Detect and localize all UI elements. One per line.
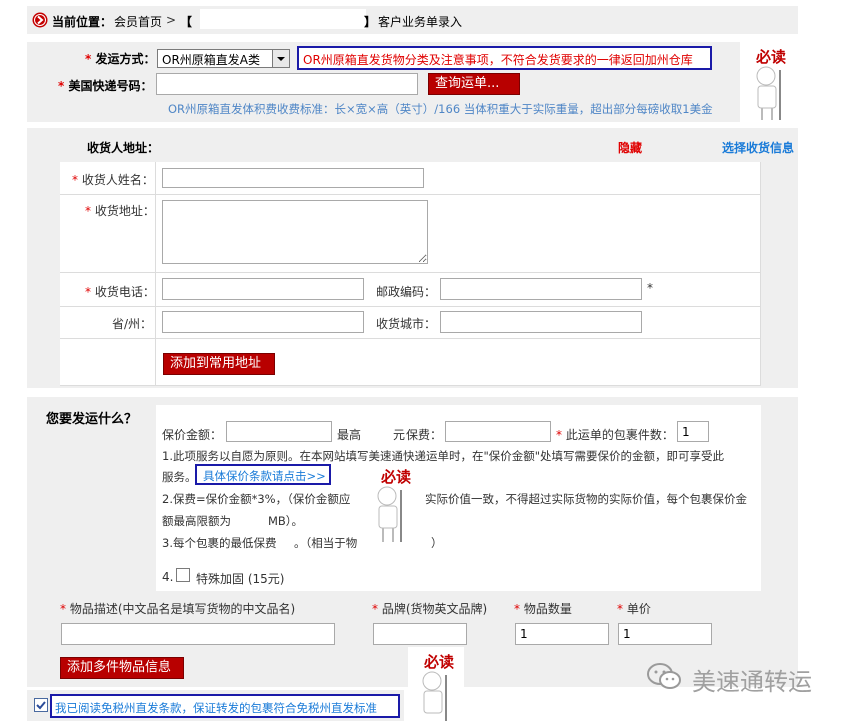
must-read-text: 必读 bbox=[380, 468, 411, 486]
must-read-text: 必读 bbox=[423, 653, 454, 671]
breadcrumb-home-link[interactable]: 会员首页 bbox=[114, 13, 162, 30]
add-multiple-items-button[interactable]: 添加多件物品信息 bbox=[60, 657, 184, 679]
state-label: 省/州： bbox=[112, 317, 153, 331]
insurance-terms-box: 具体保价条款请点击>> bbox=[195, 464, 331, 485]
shipping-method-select[interactable]: OR州原箱直发A类 bbox=[157, 49, 290, 68]
state-input[interactable] bbox=[162, 311, 364, 333]
unit-price-input[interactable] bbox=[618, 623, 712, 645]
must-read-badge[interactable]: 必读 bbox=[740, 42, 798, 122]
brand-input[interactable] bbox=[373, 623, 467, 645]
insured-amount-input[interactable] bbox=[226, 421, 332, 442]
breadcrumb-bracket-close: 】 bbox=[364, 15, 377, 29]
select-receiver-link[interactable]: 选择收货信息 bbox=[722, 139, 794, 156]
item-qty-label: * 物品数量 bbox=[514, 602, 572, 616]
must-read-badge[interactable]: 必读 bbox=[408, 647, 464, 721]
insurance-rule-1: 1.此项服务以自愿为原则。在本网站填写美速通快递运单时，在"保价金额"处填写需要… bbox=[162, 449, 725, 463]
watermark-text: 美速通转运 bbox=[692, 668, 812, 696]
breadcrumb-label: 当前位置： bbox=[52, 15, 113, 29]
yuan-label: 元 bbox=[393, 428, 406, 442]
insurance-rule-2-cont-tail: MB）。 bbox=[268, 514, 304, 528]
shipping-method-value: OR州原箱直发A类 bbox=[162, 53, 260, 67]
add-common-address-button[interactable]: 添加到常用地址 bbox=[163, 353, 275, 375]
insurance-rule-2-cont: 额最高限额为 bbox=[162, 514, 231, 528]
special-reinforce-checkbox[interactable] bbox=[176, 568, 190, 582]
must-read-text: 必读 bbox=[755, 48, 786, 66]
receiver-section-title: 收货人地址： bbox=[87, 141, 160, 155]
receiver-phone-input[interactable] bbox=[162, 278, 364, 300]
notice-box: OR州原箱直发货物分类及注意事项，不符合发货要求的一律返回加州仓库 bbox=[297, 46, 712, 70]
insurance-rule-3-mid: 。（相当于物 bbox=[294, 536, 358, 550]
brand-label: * 品牌(货物英文品牌) bbox=[372, 602, 488, 616]
item-desc-label: * 物品描述(中文品名是填写货物的中文品名) bbox=[60, 602, 296, 616]
receiver-name-input[interactable] bbox=[162, 168, 424, 188]
receiver-phone-label: * 收货电话： bbox=[85, 285, 155, 299]
person-figure-icon bbox=[422, 671, 447, 721]
zip-required-star: * bbox=[647, 281, 653, 295]
method-label: * 发运方式： bbox=[85, 52, 156, 66]
insurance-rule-2: 2.保费=保价金额*3%，（保价金额应 bbox=[162, 492, 351, 506]
insurance-rule-1-end: 服务。 bbox=[162, 470, 197, 484]
special-reinforce-index: 4. bbox=[162, 570, 174, 584]
volume-fee-note: OR州原箱直发体积费收费标准：长×宽×高（英寸）/166 当体积重大于实际重量，… bbox=[168, 102, 713, 116]
zip-code-input[interactable] bbox=[440, 278, 642, 300]
max-label: 最高 bbox=[337, 428, 362, 442]
insurance-terms-link[interactable]: 具体保价条款请点击>> bbox=[203, 468, 326, 484]
agreement-checkbox[interactable] bbox=[34, 698, 48, 712]
breadcrumb-current: 客户业务单录入 bbox=[378, 15, 463, 29]
city-input[interactable] bbox=[440, 311, 642, 333]
redacted-region bbox=[363, 421, 389, 441]
shipping-notice-link[interactable]: OR州原箱直发货物分类及注意事项，不符合发货要求的一律返回加州仓库 bbox=[303, 51, 693, 68]
goods-section-title: 您要发运什么？ bbox=[46, 412, 138, 427]
wechat-logo-icon bbox=[646, 662, 682, 692]
must-read-badge[interactable]: 必读 bbox=[365, 462, 423, 544]
insurance-rule-3: 3.每个包裹的最低保费 bbox=[162, 536, 277, 550]
hide-address-link[interactable]: 隐藏 bbox=[618, 139, 642, 156]
tracking-number-input[interactable] bbox=[156, 73, 418, 95]
query-waybill-button[interactable]: 查询运单... bbox=[428, 73, 520, 95]
person-figure-icon bbox=[756, 66, 781, 120]
breadcrumb-bracket-open: 【 bbox=[180, 15, 193, 29]
city-label: 收货城市： bbox=[376, 317, 437, 331]
package-count-input[interactable] bbox=[677, 421, 709, 442]
package-count-label: * 此运单的包裹件数： bbox=[556, 428, 674, 442]
insurance-rule-3-tail: ） bbox=[431, 536, 443, 550]
dropdown-arrow-button[interactable] bbox=[272, 50, 289, 67]
breadcrumb-separator: > bbox=[166, 13, 177, 27]
person-figure-icon bbox=[377, 486, 402, 542]
unit-price-label: * 单价 bbox=[617, 602, 651, 616]
insured-amount-label: 保价金额： bbox=[162, 428, 223, 442]
premium-input[interactable] bbox=[445, 421, 551, 442]
item-qty-input[interactable] bbox=[515, 623, 609, 645]
agreement-text[interactable]: 我已阅读免税州直发条款，保证转发的包裹符合免税州直发标准 bbox=[55, 700, 377, 716]
redacted-region bbox=[200, 9, 366, 29]
insurance-rule-2-tail: 实际价值一致，不得超过实际货物的实际价值，每个包裹保价金 bbox=[425, 492, 747, 506]
agreement-box: 我已阅读免税州直发条款，保证转发的包裹符合免税州直发标准 bbox=[50, 694, 400, 718]
receiver-address-label: * 收货地址： bbox=[85, 204, 155, 218]
receiver-name-label: * 收货人姓名： bbox=[72, 173, 154, 187]
receiver-address-textarea[interactable] bbox=[162, 200, 428, 264]
checkmark-icon bbox=[36, 701, 46, 710]
special-reinforce-label: 特殊加固 (15元) bbox=[196, 572, 285, 586]
zip-code-label: 邮政编码： bbox=[376, 285, 437, 299]
arrow-circle-icon bbox=[32, 12, 48, 28]
premium-label: 保费： bbox=[406, 428, 443, 442]
item-desc-input[interactable] bbox=[61, 623, 335, 645]
tracking-label: * 美国快递号码： bbox=[58, 79, 153, 93]
chevron-down-icon bbox=[277, 57, 285, 61]
